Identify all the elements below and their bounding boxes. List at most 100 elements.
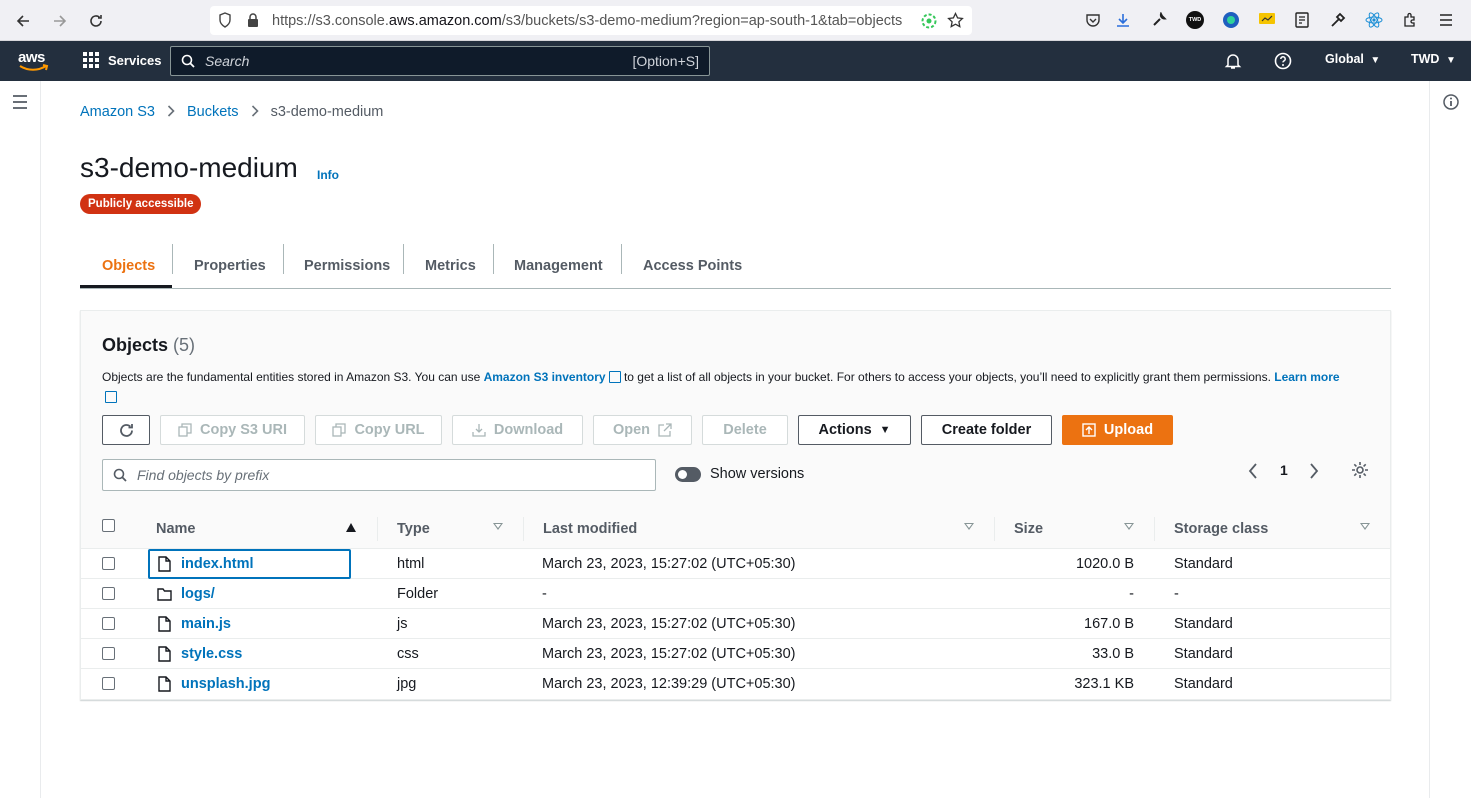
- previous-page-icon[interactable]: [1248, 463, 1258, 482]
- info-link[interactable]: Info: [317, 168, 339, 182]
- s3-inventory-link[interactable]: Amazon S3 inventory: [484, 370, 621, 384]
- tab-access-points[interactable]: Access Points: [643, 244, 742, 288]
- column-header-last-modified[interactable]: Last modified: [543, 509, 637, 549]
- sort-caret-icon[interactable]: [964, 523, 974, 530]
- object-name-link[interactable]: index.html: [181, 549, 254, 579]
- row-checkbox[interactable]: [102, 677, 115, 690]
- eyedropper-extension-icon[interactable]: [1328, 10, 1348, 30]
- table-row[interactable]: style.css css March 23, 2023, 15:27:02 (…: [81, 639, 1390, 669]
- external-link-icon: [658, 423, 672, 437]
- aws-smile-icon: [19, 64, 49, 71]
- console-search-input[interactable]: Search [Option+S]: [170, 46, 710, 76]
- account-menu[interactable]: TWD ▼: [1411, 52, 1456, 66]
- actions-dropdown[interactable]: Actions ▼: [798, 415, 911, 445]
- objects-table-header: Name Type Last modified Size Storage cla…: [81, 509, 1390, 549]
- table-settings-gear-icon[interactable]: [1351, 461, 1369, 482]
- tab-objects[interactable]: Objects: [102, 244, 155, 288]
- folder-icon: [157, 579, 172, 609]
- select-all-checkbox[interactable]: [102, 519, 115, 532]
- show-versions-toggle[interactable]: [675, 467, 701, 482]
- forward-icon[interactable]: [49, 10, 71, 32]
- column-divider: [1154, 517, 1155, 541]
- object-name-link[interactable]: unsplash.jpg: [181, 669, 270, 699]
- page-title: s3-demo-medium: [80, 152, 298, 183]
- objects-panel: Objects (5) Objects are the fundamental …: [80, 310, 1391, 700]
- row-checkbox[interactable]: [102, 557, 115, 570]
- copy-url-button[interactable]: Copy URL: [315, 415, 442, 445]
- tab-management[interactable]: Management: [514, 244, 603, 288]
- file-icon: [158, 669, 171, 699]
- download-button[interactable]: Download: [452, 415, 583, 445]
- aws-console-header: aws Services Search [Option+S] Global ▼ …: [0, 41, 1471, 81]
- row-checkbox[interactable]: [102, 647, 115, 660]
- notes-extension-icon[interactable]: [1292, 10, 1312, 30]
- row-checkbox[interactable]: [102, 587, 115, 600]
- tab-divider: [493, 244, 494, 274]
- notifications-bell-icon[interactable]: [1224, 52, 1242, 75]
- search-placeholder: Search: [205, 53, 250, 69]
- info-panel-icon[interactable]: [1443, 94, 1459, 115]
- refresh-button[interactable]: [102, 415, 150, 445]
- object-size: 323.1 KB: [1074, 676, 1134, 692]
- address-bar[interactable]: https://s3.console.aws.amazon.com/s3/buc…: [210, 6, 972, 35]
- column-header-storage-class[interactable]: Storage class: [1174, 509, 1268, 549]
- url-text[interactable]: https://s3.console.aws.amazon.com/s3/buc…: [272, 13, 912, 29]
- region-label: Global: [1325, 52, 1364, 66]
- sort-ascending-icon[interactable]: [346, 523, 356, 532]
- upload-button[interactable]: Upload: [1062, 415, 1173, 445]
- copy-s3-uri-button[interactable]: Copy S3 URI: [160, 415, 305, 445]
- breadcrumb-amazon-s3[interactable]: Amazon S3: [80, 104, 155, 120]
- sort-caret-icon[interactable]: [1360, 523, 1370, 530]
- reload-icon[interactable]: [85, 10, 107, 32]
- object-last-modified: March 23, 2023, 15:27:02 (UTC+05:30): [542, 646, 796, 662]
- shield-icon[interactable]: [218, 12, 232, 32]
- object-name-link[interactable]: logs/: [181, 579, 215, 609]
- create-folder-button[interactable]: Create folder: [921, 415, 1052, 445]
- next-page-icon[interactable]: [1309, 463, 1319, 482]
- find-objects-input[interactable]: Find objects by prefix: [102, 459, 656, 491]
- bookmark-star-icon[interactable]: [947, 11, 964, 33]
- object-type: Folder: [397, 586, 439, 602]
- back-icon[interactable]: [12, 10, 34, 32]
- globe-extension-icon[interactable]: [1221, 10, 1241, 30]
- breadcrumb-buckets[interactable]: Buckets: [187, 104, 239, 120]
- react-extension-icon[interactable]: [1364, 10, 1384, 30]
- extensions-puzzle-icon[interactable]: [1400, 10, 1420, 30]
- tab-permissions[interactable]: Permissions: [304, 244, 390, 288]
- objects-description: Objects are the fundamental entities sto…: [102, 367, 1342, 407]
- table-row[interactable]: index.html html March 23, 2023, 15:27:02…: [81, 549, 1390, 579]
- table-row[interactable]: main.js js March 23, 2023, 15:27:02 (UTC…: [81, 609, 1390, 639]
- column-header-name[interactable]: Name: [156, 509, 196, 549]
- object-storage-class: Standard: [1174, 646, 1233, 662]
- twd-extension-icon[interactable]: TWD: [1185, 10, 1205, 30]
- aws-logo[interactable]: aws: [18, 49, 52, 73]
- object-name-link[interactable]: style.css: [181, 639, 242, 669]
- help-icon[interactable]: [1274, 52, 1292, 75]
- region-selector[interactable]: Global ▼: [1325, 52, 1380, 66]
- lock-icon[interactable]: [246, 12, 260, 32]
- object-storage-class: Standard: [1174, 676, 1233, 692]
- sort-caret-icon[interactable]: [493, 523, 503, 530]
- column-header-size[interactable]: Size: [1014, 509, 1043, 549]
- table-row[interactable]: logs/ Folder - - -: [81, 579, 1390, 609]
- downloads-icon[interactable]: [1113, 10, 1133, 30]
- open-button[interactable]: Open: [593, 415, 692, 445]
- row-checkbox[interactable]: [102, 617, 115, 630]
- wrench-icon[interactable]: [1149, 10, 1169, 30]
- delete-button[interactable]: Delete: [702, 415, 788, 445]
- services-menu[interactable]: Services: [83, 52, 162, 68]
- browser-menu-icon[interactable]: [1436, 10, 1456, 30]
- column-header-type[interactable]: Type: [397, 509, 430, 549]
- object-name-link[interactable]: main.js: [181, 609, 231, 639]
- tab-metrics[interactable]: Metrics: [425, 244, 476, 288]
- table-row[interactable]: unsplash.jpg jpg March 23, 2023, 12:39:2…: [81, 669, 1390, 699]
- account-label: TWD: [1411, 52, 1440, 66]
- extension-status-icon[interactable]: [921, 13, 937, 33]
- current-page-number[interactable]: 1: [1280, 462, 1288, 478]
- sort-caret-icon[interactable]: [1124, 523, 1134, 530]
- object-type: js: [397, 616, 408, 632]
- monitor-extension-icon[interactable]: [1257, 10, 1277, 30]
- hamburger-menu-icon[interactable]: [12, 95, 28, 114]
- tab-properties[interactable]: Properties: [194, 244, 266, 288]
- pocket-icon[interactable]: [1083, 10, 1103, 30]
